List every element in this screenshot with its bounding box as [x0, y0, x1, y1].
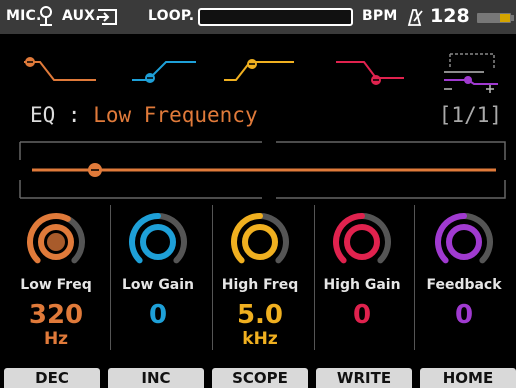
knob-value: 5.0 [236, 300, 284, 330]
knob-value: 320 [28, 300, 84, 330]
knob-label: Low Gain [121, 277, 195, 293]
eq-band-name: Low Frequency [93, 103, 258, 127]
device-screen: MIC. AUX. LOOP. BPM 128 EQ: Low Frequen… [0, 0, 516, 388]
mic-label: MIC. [6, 8, 42, 24]
knob-dial-icon [27, 213, 85, 264]
knob-high-gain[interactable]: High Gain 0 [312, 205, 412, 350]
knob-high-freq[interactable]: High Freq 5.0 kHz [210, 205, 310, 350]
bpm-label: BPM [362, 8, 398, 24]
knob-label: Feedback [426, 277, 502, 293]
status-bar: MIC. AUX. LOOP. BPM 128 [0, 0, 516, 34]
knob-value: 0 [454, 300, 474, 330]
knob-label: High Freq [221, 277, 299, 293]
knob-dial-icon [435, 213, 493, 264]
knob-dial-icon [333, 213, 391, 264]
slider-thumb[interactable] [88, 163, 102, 177]
knob-label: Low Freq [20, 277, 92, 293]
eq-slider[interactable] [0, 134, 516, 204]
feedback-band-icon[interactable] [438, 48, 506, 94]
loop-progress-bar [198, 8, 353, 26]
bpm-value: 128 [430, 5, 470, 27]
dec-button[interactable]: DEC [4, 368, 100, 388]
knob-dial-icon [129, 213, 187, 264]
metronome-icon [407, 9, 423, 26]
low-shelf-band-icon[interactable] [20, 52, 100, 92]
high-freq-band-icon[interactable] [222, 52, 297, 92]
loop-label: LOOP. [148, 8, 195, 24]
aux-label: AUX. [62, 8, 101, 24]
page-indicator: [1/1] [438, 103, 502, 127]
low-gain-band-icon[interactable] [130, 52, 200, 92]
home-button[interactable]: HOME [420, 368, 516, 388]
knob-unit: kHz [242, 329, 278, 349]
microphone-icon [40, 6, 52, 26]
knob-dial-icon [231, 213, 289, 264]
knob-feedback[interactable]: Feedback 0 [414, 205, 514, 350]
knob-value: 0 [148, 300, 168, 330]
knob-label: High Gain [323, 277, 401, 293]
aux-input-icon [97, 9, 117, 25]
knob-low-freq[interactable]: Low Freq 320 Hz [6, 205, 106, 350]
knob-low-gain[interactable]: Low Gain 0 [108, 205, 208, 350]
eq-band-title: EQ : Low Frequency [30, 103, 258, 127]
write-button[interactable]: WRITE [316, 368, 412, 388]
knob-value: 0 [352, 300, 372, 330]
eq-label: EQ : [30, 103, 81, 127]
knob-unit: Hz [43, 329, 69, 349]
high-gain-band-icon[interactable] [332, 52, 407, 92]
scope-button[interactable]: SCOPE [212, 368, 308, 388]
inc-button[interactable]: INC [108, 368, 204, 388]
